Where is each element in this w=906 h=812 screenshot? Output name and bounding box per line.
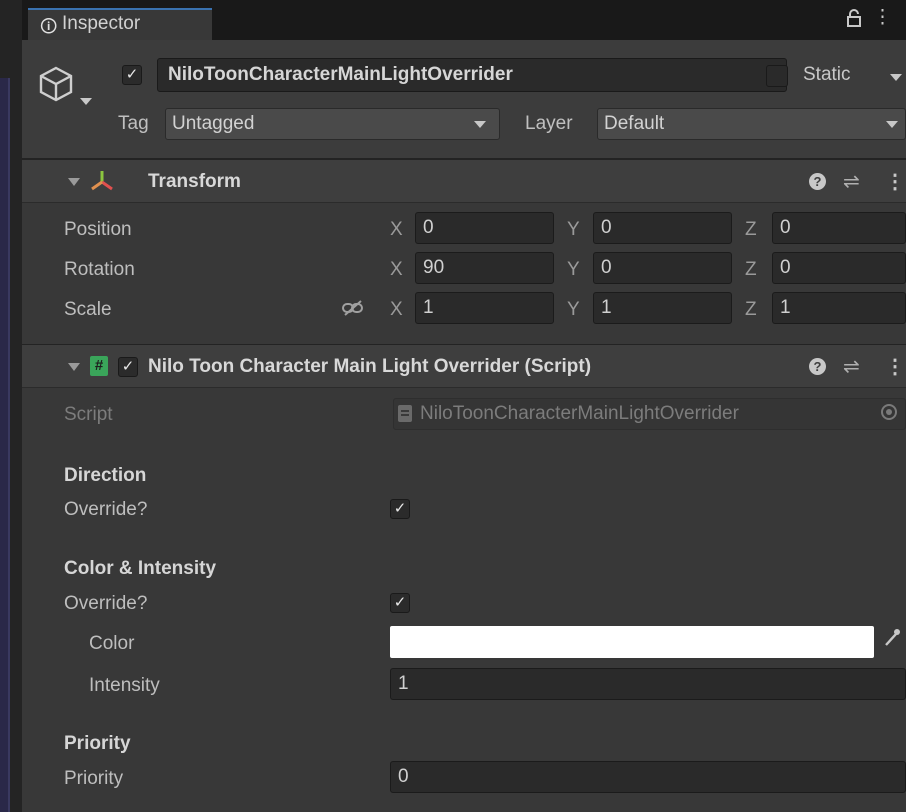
scale-x-label[interactable]: X bbox=[390, 299, 403, 321]
priority-header: Priority bbox=[64, 733, 131, 754]
chevron-down-icon bbox=[886, 121, 898, 128]
more-options-icon[interactable]: ⋮ bbox=[873, 7, 898, 28]
help-icon[interactable]: ? bbox=[809, 358, 826, 375]
help-icon[interactable]: ? bbox=[809, 173, 826, 190]
more-options-icon[interactable]: ⋮ bbox=[885, 354, 905, 379]
layer-dropdown[interactable]: Default bbox=[597, 108, 906, 140]
direction-override-checkbox[interactable]: ✓ bbox=[390, 499, 410, 519]
priority-field[interactable]: 0 bbox=[390, 761, 906, 793]
layer-label: Layer bbox=[525, 113, 573, 134]
rotation-x-field[interactable]: 90 bbox=[415, 252, 554, 284]
scale-z-field[interactable]: 1 bbox=[772, 292, 906, 324]
direction-header: Direction bbox=[64, 465, 147, 486]
layer-value: Default bbox=[604, 113, 665, 134]
tab-inspector[interactable]: 🛈 Inspector bbox=[28, 8, 212, 40]
more-options-icon[interactable]: ⋮ bbox=[885, 169, 905, 194]
script-hash-icon: # bbox=[90, 356, 108, 376]
direction-override-label: Override? bbox=[64, 499, 148, 520]
scale-y-field[interactable]: 1 bbox=[593, 292, 732, 324]
static-label: Static bbox=[803, 64, 851, 85]
script-component-title: Nilo Toon Character Main Light Overrider… bbox=[148, 356, 592, 377]
eyedropper-icon[interactable] bbox=[883, 628, 901, 654]
script-file-icon bbox=[398, 405, 412, 422]
rotation-x-label[interactable]: X bbox=[390, 259, 403, 281]
color-intensity-header: Color & Intensity bbox=[64, 558, 217, 579]
tag-label: Tag bbox=[118, 113, 149, 134]
position-x-label[interactable]: X bbox=[390, 219, 403, 241]
position-x-field[interactable]: 0 bbox=[415, 212, 554, 244]
scale-label: Scale bbox=[64, 299, 112, 320]
scale-y-label[interactable]: Y bbox=[567, 299, 580, 321]
foldout-arrow-icon[interactable] bbox=[68, 363, 80, 371]
position-label: Position bbox=[64, 219, 132, 240]
tab-label: Inspector bbox=[62, 13, 141, 34]
scene-view-edge bbox=[0, 78, 8, 812]
tab-tools: ⋮ bbox=[846, 6, 898, 29]
scene-view-edge-border bbox=[8, 78, 10, 812]
transform-title: Transform bbox=[148, 171, 241, 192]
position-z-label[interactable]: Z bbox=[745, 219, 757, 241]
rotation-z-field[interactable]: 0 bbox=[772, 252, 906, 284]
script-component-header[interactable]: # ✓ Nilo Toon Character Main Light Overr… bbox=[22, 344, 906, 388]
object-name-field[interactable]: NiloToonCharacterMainLightOverrider bbox=[157, 58, 787, 92]
priority-label: Priority bbox=[64, 768, 124, 789]
intensity-field[interactable]: 1 bbox=[390, 668, 906, 700]
static-dropdown-caret[interactable] bbox=[890, 74, 902, 81]
lock-icon[interactable] bbox=[846, 7, 873, 28]
tag-dropdown[interactable]: Untagged bbox=[165, 108, 500, 140]
constrain-proportions-icon[interactable] bbox=[341, 299, 365, 323]
presets-icon[interactable]: ⇌ bbox=[843, 169, 860, 194]
static-checkbox[interactable] bbox=[766, 65, 788, 87]
info-icon: 🛈 bbox=[40, 17, 58, 36]
transform-axes-icon bbox=[90, 168, 114, 200]
intensity-label: Intensity bbox=[89, 675, 160, 696]
color-override-checkbox[interactable]: ✓ bbox=[390, 593, 410, 613]
script-object-field: NiloToonCharacterMainLightOverrider bbox=[393, 398, 906, 430]
position-y-field[interactable]: 0 bbox=[593, 212, 732, 244]
color-field[interactable] bbox=[390, 626, 874, 658]
gameobject-cube-icon[interactable] bbox=[36, 64, 76, 104]
script-label: Script bbox=[64, 404, 113, 425]
rotation-z-label[interactable]: Z bbox=[745, 259, 757, 281]
rotation-y-field[interactable]: 0 bbox=[593, 252, 732, 284]
color-label: Color bbox=[89, 633, 135, 654]
active-checkbox[interactable]: ✓ bbox=[122, 65, 142, 85]
chevron-down-icon bbox=[474, 121, 486, 128]
icon-dropdown-caret[interactable] bbox=[80, 98, 92, 105]
tag-value: Untagged bbox=[172, 113, 255, 134]
transform-header[interactable]: Transform ? ⇌ ⋮ bbox=[22, 159, 906, 203]
scale-z-label[interactable]: Z bbox=[745, 299, 757, 321]
color-override-label: Override? bbox=[64, 593, 148, 614]
position-z-field[interactable]: 0 bbox=[772, 212, 906, 244]
rotation-label: Rotation bbox=[64, 259, 135, 280]
object-picker-icon bbox=[881, 404, 897, 420]
foldout-arrow-icon[interactable] bbox=[68, 178, 80, 186]
scale-x-field[interactable]: 1 bbox=[415, 292, 554, 324]
rotation-y-label[interactable]: Y bbox=[567, 259, 580, 281]
component-enabled-checkbox[interactable]: ✓ bbox=[118, 357, 138, 377]
presets-icon[interactable]: ⇌ bbox=[843, 354, 860, 379]
position-y-label[interactable]: Y bbox=[567, 219, 580, 241]
